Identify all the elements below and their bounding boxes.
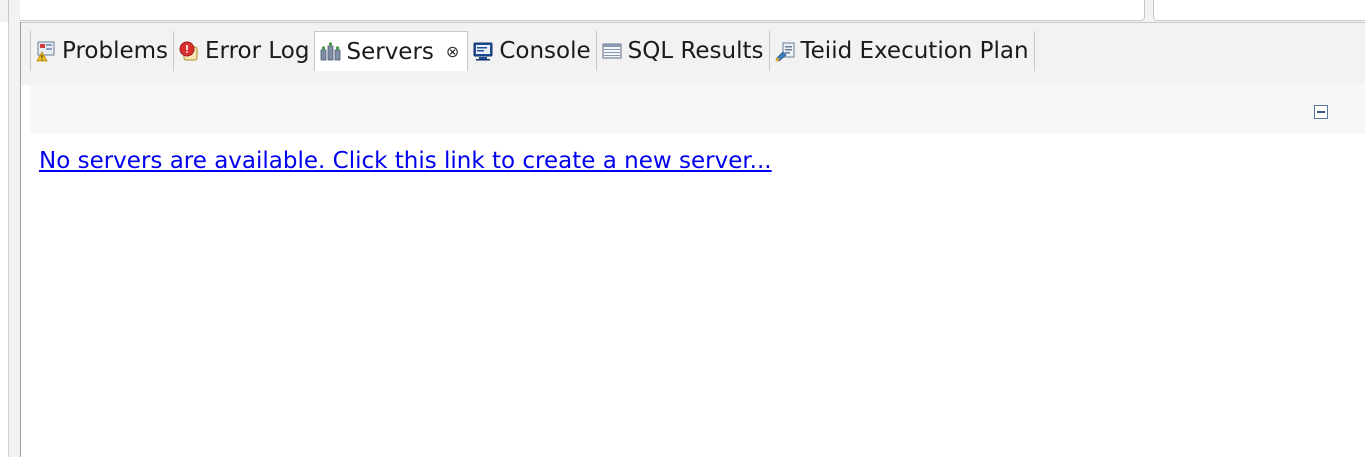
tab-servers-label: Servers [346, 38, 434, 65]
console-icon [472, 40, 494, 62]
view-tab-bar: Problems Error Log Servers ⊗ Console SQL… [21, 22, 1365, 85]
upper-right-pane [1153, 0, 1365, 21]
tab-sql-results-label: SQL Results [627, 38, 764, 64]
tab-teiid-execution-plan[interactable]: Teiid Execution Plan [769, 31, 1035, 71]
error-log-icon [178, 40, 200, 62]
execution-plan-icon [774, 40, 796, 62]
divider [8, 0, 9, 22]
servers-icon [319, 41, 341, 63]
tab-error-log[interactable]: Error Log [174, 31, 316, 71]
view-toolbar: ( [30, 84, 1365, 134]
servers-view-content: No servers are available. Click this lin… [30, 134, 1365, 457]
tab-error-log-label: Error Log [205, 38, 310, 64]
tab-teiid-execution-plan-label: Teiid Execution Plan [800, 38, 1029, 64]
tab-console-label: Console [499, 38, 591, 64]
upper-editor-area [0, 0, 1365, 22]
tab-problems-label: Problems [62, 38, 169, 64]
close-icon[interactable]: ⊗ [446, 42, 459, 61]
left-gutter [9, 22, 20, 457]
upper-left-pane [20, 0, 1145, 21]
create-new-server-link[interactable]: No servers are available. Click this lin… [39, 148, 772, 174]
tab-list: Problems Error Log Servers ⊗ Console SQL… [30, 31, 1035, 71]
sql-results-icon [601, 40, 623, 62]
servers-view-screen: Problems Error Log Servers ⊗ Console SQL… [0, 0, 1365, 457]
divider [8, 22, 9, 457]
tab-console[interactable]: Console [468, 31, 597, 71]
divider [20, 22, 21, 457]
tab-sql-results[interactable]: SQL Results [596, 31, 770, 71]
tab-servers[interactable]: Servers ⊗ [315, 31, 469, 71]
collapse-all-icon[interactable] [1314, 105, 1328, 119]
problems-icon [35, 40, 57, 62]
tab-problems[interactable]: Problems [30, 31, 175, 71]
